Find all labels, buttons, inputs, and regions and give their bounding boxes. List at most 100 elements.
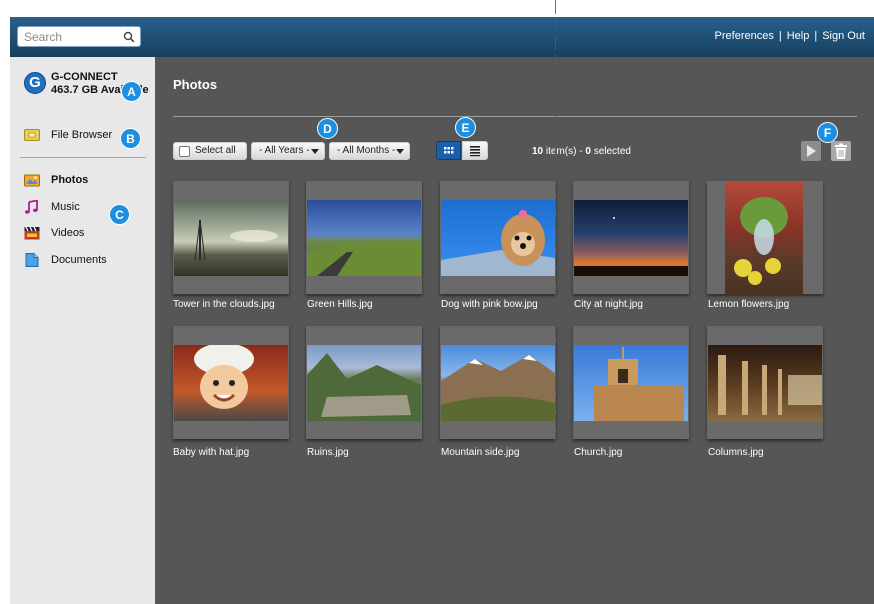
select-all-checkbox[interactable] xyxy=(179,146,190,157)
photo-thumbnail[interactable] xyxy=(174,345,288,421)
help-link[interactable]: Help xyxy=(787,30,810,42)
chevron-down-icon xyxy=(311,149,319,154)
view-toggle xyxy=(436,141,489,160)
photo-tile-church[interactable] xyxy=(573,326,689,439)
tower-image xyxy=(194,219,278,261)
photo-caption[interactable]: Mountain side.jpg xyxy=(441,447,519,458)
months-dropdown-value: - All Months - xyxy=(337,145,396,156)
years-dropdown[interactable]: - All Years - xyxy=(251,142,325,160)
guide-line xyxy=(555,0,556,604)
sidebar-item-label: Music xyxy=(51,201,80,213)
photo-caption[interactable]: Ruins.jpg xyxy=(307,447,349,458)
photos-icon xyxy=(24,174,40,187)
church-image xyxy=(594,347,684,421)
photo-thumbnail[interactable] xyxy=(174,200,288,276)
photo-tile-tower[interactable] xyxy=(173,181,289,294)
photo-tile-lemon[interactable] xyxy=(707,181,823,295)
sidebar-item-label: Photos xyxy=(51,174,89,186)
photo-thumbnail[interactable] xyxy=(441,200,555,276)
callout-badge-b: B xyxy=(120,128,141,149)
grid-view-icon xyxy=(444,147,454,154)
ruins-image xyxy=(307,353,421,421)
photo-caption[interactable]: Columns.jpg xyxy=(708,447,764,458)
photo-tile-city[interactable] xyxy=(573,181,689,294)
item-count: 10 xyxy=(532,146,544,157)
document-icon xyxy=(25,253,39,267)
dog-image xyxy=(441,210,555,276)
photo-caption[interactable]: Church.jpg xyxy=(574,447,622,458)
item-count-status: 10 item(s) - 0 selected xyxy=(532,146,631,157)
chevron-down-icon xyxy=(396,149,404,154)
sidebar-item-label: Videos xyxy=(51,227,85,239)
file-browser-label: File Browser xyxy=(51,129,113,141)
mountain-image xyxy=(441,355,555,421)
photo-tile-baby[interactable] xyxy=(173,326,289,439)
link-separator: | xyxy=(814,30,818,42)
callout-badge-a: A xyxy=(121,81,142,102)
app-window: Preferences|Help|Sign Out G G-CONNECT 46… xyxy=(10,17,874,604)
photo-thumbnail[interactable] xyxy=(574,200,688,276)
clapperboard-icon xyxy=(24,226,40,240)
callout-badge-f: F xyxy=(817,122,838,143)
photo-caption[interactable]: Lemon flowers.jpg xyxy=(708,299,789,310)
photo-tile-green-hills[interactable] xyxy=(306,181,422,294)
green-hills-image xyxy=(307,241,421,276)
search-icon[interactable] xyxy=(123,31,135,43)
folder-icon xyxy=(24,129,40,141)
photo-thumbnail[interactable] xyxy=(307,200,421,276)
item-count-label: item(s) - xyxy=(545,146,583,157)
photo-thumbnail[interactable] xyxy=(725,182,803,295)
sidebar: G G-CONNECT 463.7 GB Available File Brow… xyxy=(10,57,155,604)
sidebar-item-label: Documents xyxy=(51,254,107,266)
select-all-button[interactable]: Select all xyxy=(173,142,247,160)
grid-view-button[interactable] xyxy=(436,141,461,160)
selected-count: 0 xyxy=(585,146,591,157)
photo-caption[interactable]: Tower in the clouds.jpg xyxy=(173,299,275,310)
preferences-link[interactable]: Preferences xyxy=(715,30,774,42)
photo-caption[interactable]: City at night.jpg xyxy=(574,299,643,310)
callout-badge-c: C xyxy=(109,204,130,225)
lemon-flowers-image xyxy=(734,197,788,285)
trash-icon xyxy=(835,143,847,159)
photo-tile-mountain[interactable] xyxy=(440,326,556,439)
photo-tile-dog[interactable] xyxy=(440,181,556,294)
sidebar-item-documents[interactable]: Documents xyxy=(24,252,144,270)
months-dropdown[interactable]: - All Months - xyxy=(329,142,410,160)
list-view-button[interactable] xyxy=(462,141,488,160)
photo-thumbnail[interactable] xyxy=(708,345,822,421)
photo-thumbnail[interactable] xyxy=(307,345,421,421)
photo-tile-columns[interactable] xyxy=(707,326,823,439)
play-icon xyxy=(807,145,816,157)
photo-tile-ruins[interactable] xyxy=(306,326,422,439)
photo-thumbnail[interactable] xyxy=(574,345,688,421)
photo-caption[interactable]: Dog with pink bow.jpg xyxy=(441,299,538,310)
drive-name[interactable]: G-CONNECT xyxy=(51,71,118,83)
baby-image xyxy=(194,345,254,409)
columns-image xyxy=(718,355,822,415)
sidebar-divider xyxy=(20,157,146,158)
drive-logo-icon[interactable]: G xyxy=(24,72,46,94)
photo-caption[interactable]: Baby with hat.jpg xyxy=(173,447,249,458)
selected-label: selected xyxy=(593,146,631,157)
sidebar-item-photos[interactable]: Photos xyxy=(24,172,144,190)
page-title: Photos xyxy=(173,77,218,92)
search-input[interactable] xyxy=(24,29,120,44)
sidebar-item-videos[interactable]: Videos xyxy=(24,225,144,243)
photo-thumbnail[interactable] xyxy=(441,345,555,421)
music-note-icon xyxy=(24,200,38,214)
sign-out-link[interactable]: Sign Out xyxy=(822,30,865,42)
select-all-label: Select all xyxy=(195,145,236,156)
callout-badge-e: E xyxy=(455,117,476,138)
years-dropdown-value: - All Years - xyxy=(259,145,310,156)
search-box[interactable] xyxy=(17,26,141,47)
photo-caption[interactable]: Green Hills.jpg xyxy=(307,299,373,310)
link-separator: | xyxy=(778,30,782,42)
list-view-icon xyxy=(470,146,480,157)
title-divider xyxy=(173,116,857,117)
delete-button[interactable] xyxy=(831,141,851,161)
slideshow-button[interactable] xyxy=(801,141,821,161)
top-bar: Preferences | Help | Sign Out xyxy=(10,17,874,57)
city-image xyxy=(574,217,688,276)
callout-badge-d: D xyxy=(317,118,338,139)
header-links: Preferences | Help | Sign Out xyxy=(715,30,865,42)
